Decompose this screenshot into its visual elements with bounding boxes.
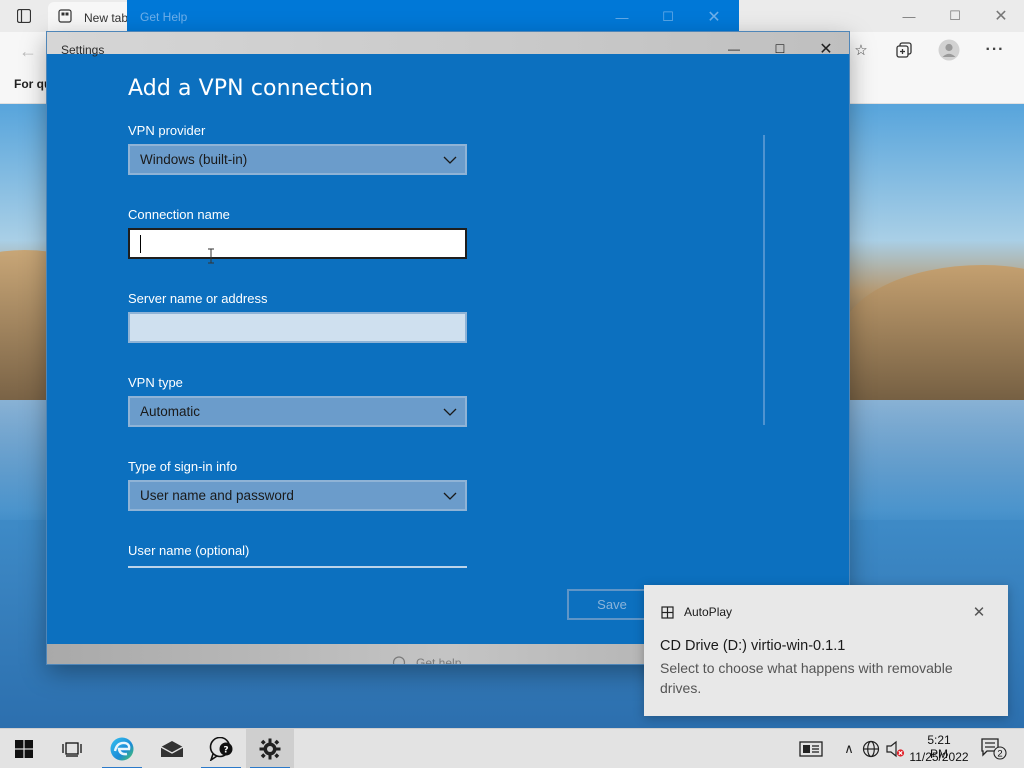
notification-count: 2 xyxy=(997,749,1002,760)
edge-taskbar-button[interactable] xyxy=(98,729,146,768)
vpn-dialog-heading: Add a VPN connection xyxy=(128,76,374,101)
mail-taskbar-button[interactable] xyxy=(148,729,196,768)
settings-maximize-button[interactable]: ☐ xyxy=(757,38,803,60)
back-arrow-icon[interactable]: ← xyxy=(14,40,42,62)
settings-taskbar-button[interactable] xyxy=(246,729,294,768)
chevron-down-icon xyxy=(443,408,457,416)
tab-actions-icon[interactable] xyxy=(12,6,36,26)
edge-browser-icon xyxy=(110,737,134,761)
scrollbar[interactable] xyxy=(763,135,765,425)
toast-close-icon[interactable]: ✕ xyxy=(968,601,990,623)
settings-minimize-button[interactable]: — xyxy=(711,38,757,60)
get-help-taskbar-button[interactable]: ? xyxy=(197,729,245,768)
settings-title-bar[interactable]: Settings — ☐ ✕ xyxy=(47,32,849,58)
vpn-type-dropdown[interactable]: Automatic xyxy=(128,396,467,427)
signin-type-dropdown[interactable]: User name and password xyxy=(128,480,467,511)
get-help-minimize-button[interactable]: — xyxy=(599,5,645,29)
autoplay-icon xyxy=(660,605,674,619)
connection-name-input[interactable] xyxy=(128,228,467,259)
show-hidden-icons-chevron-icon[interactable]: ∧ xyxy=(838,739,860,759)
toast-title: CD Drive (D:) virtio-win-0.1.1 xyxy=(660,638,846,654)
signin-type-label: Type of sign-in info xyxy=(128,459,238,474)
mail-envelope-icon xyxy=(160,741,184,757)
settings-title: Settings xyxy=(61,43,105,57)
browser-minimize-button[interactable]: — xyxy=(886,4,932,28)
vpn-type-value: Automatic xyxy=(140,404,201,419)
action-center-icon[interactable]: 2 xyxy=(980,738,1008,760)
get-help-link[interactable]: Get help xyxy=(392,656,461,664)
task-view-button[interactable] xyxy=(48,729,96,768)
vpn-provider-label: VPN provider xyxy=(128,123,206,138)
settings-close-button[interactable]: ✕ xyxy=(803,38,849,60)
ibeam-cursor-icon xyxy=(208,248,214,264)
settings-window: Settings — ☐ ✕ Add a VPN connection VPN … xyxy=(47,32,849,664)
autoplay-notification[interactable]: AutoPlay ✕ CD Drive (D:) virtio-win-0.1.… xyxy=(644,585,1008,716)
get-help-maximize-button[interactable]: ☐ xyxy=(645,5,691,29)
browser-tab-label: New tab xyxy=(84,11,129,25)
volume-muted-icon[interactable] xyxy=(884,739,906,759)
connection-name-label: Connection name xyxy=(128,207,230,222)
news-widget-icon[interactable] xyxy=(798,739,824,759)
username-label: User name (optional) xyxy=(128,543,250,558)
vpn-provider-dropdown[interactable]: Windows (built-in) xyxy=(128,144,467,175)
server-address-input[interactable] xyxy=(128,312,467,343)
clock-date[interactable]: 11/25/2022 xyxy=(906,750,972,764)
profile-avatar-icon[interactable] xyxy=(936,38,962,62)
text-caret xyxy=(140,235,141,253)
task-view-icon xyxy=(62,742,82,757)
get-help-close-button[interactable]: ✕ xyxy=(691,5,737,29)
network-globe-icon[interactable] xyxy=(860,739,882,759)
windows-logo-icon xyxy=(15,740,33,758)
vpn-type-label: VPN type xyxy=(128,375,183,390)
gear-icon xyxy=(259,738,281,760)
chevron-down-icon xyxy=(443,156,457,164)
taskbar: ? ∧ 5:21 PM 11/25/2022 2 xyxy=(0,728,1024,768)
favorites-star-icon[interactable]: ☆ xyxy=(848,38,874,62)
browser-maximize-button[interactable]: ☐ xyxy=(932,4,978,28)
chat-help-icon xyxy=(392,656,406,664)
favorites-bar-text[interactable]: For qu xyxy=(14,77,51,91)
username-input[interactable] xyxy=(128,566,467,570)
chevron-down-icon xyxy=(443,492,457,500)
get-help-title: Get Help xyxy=(140,10,188,24)
more-options-icon[interactable]: ··· xyxy=(982,38,1008,62)
toast-app-name: AutoPlay xyxy=(684,605,733,619)
server-address-label: Server name or address xyxy=(128,291,268,306)
get-help-window: Get Help — ☐ ✕ xyxy=(127,0,739,34)
toast-body: Select to choose what happens with remov… xyxy=(660,660,953,696)
get-help-link-text: Get help xyxy=(416,656,462,664)
signin-type-value: User name and password xyxy=(140,488,294,503)
browser-close-button[interactable]: ✕ xyxy=(978,4,1024,28)
vpn-provider-value: Windows (built-in) xyxy=(140,152,248,167)
get-help-icon: ? xyxy=(209,737,233,761)
collections-icon[interactable] xyxy=(891,38,917,62)
wallpaper-dune-right xyxy=(840,265,1024,400)
svg-text:?: ? xyxy=(223,746,228,756)
start-button[interactable] xyxy=(0,729,48,768)
new-tab-page-icon xyxy=(56,7,74,25)
